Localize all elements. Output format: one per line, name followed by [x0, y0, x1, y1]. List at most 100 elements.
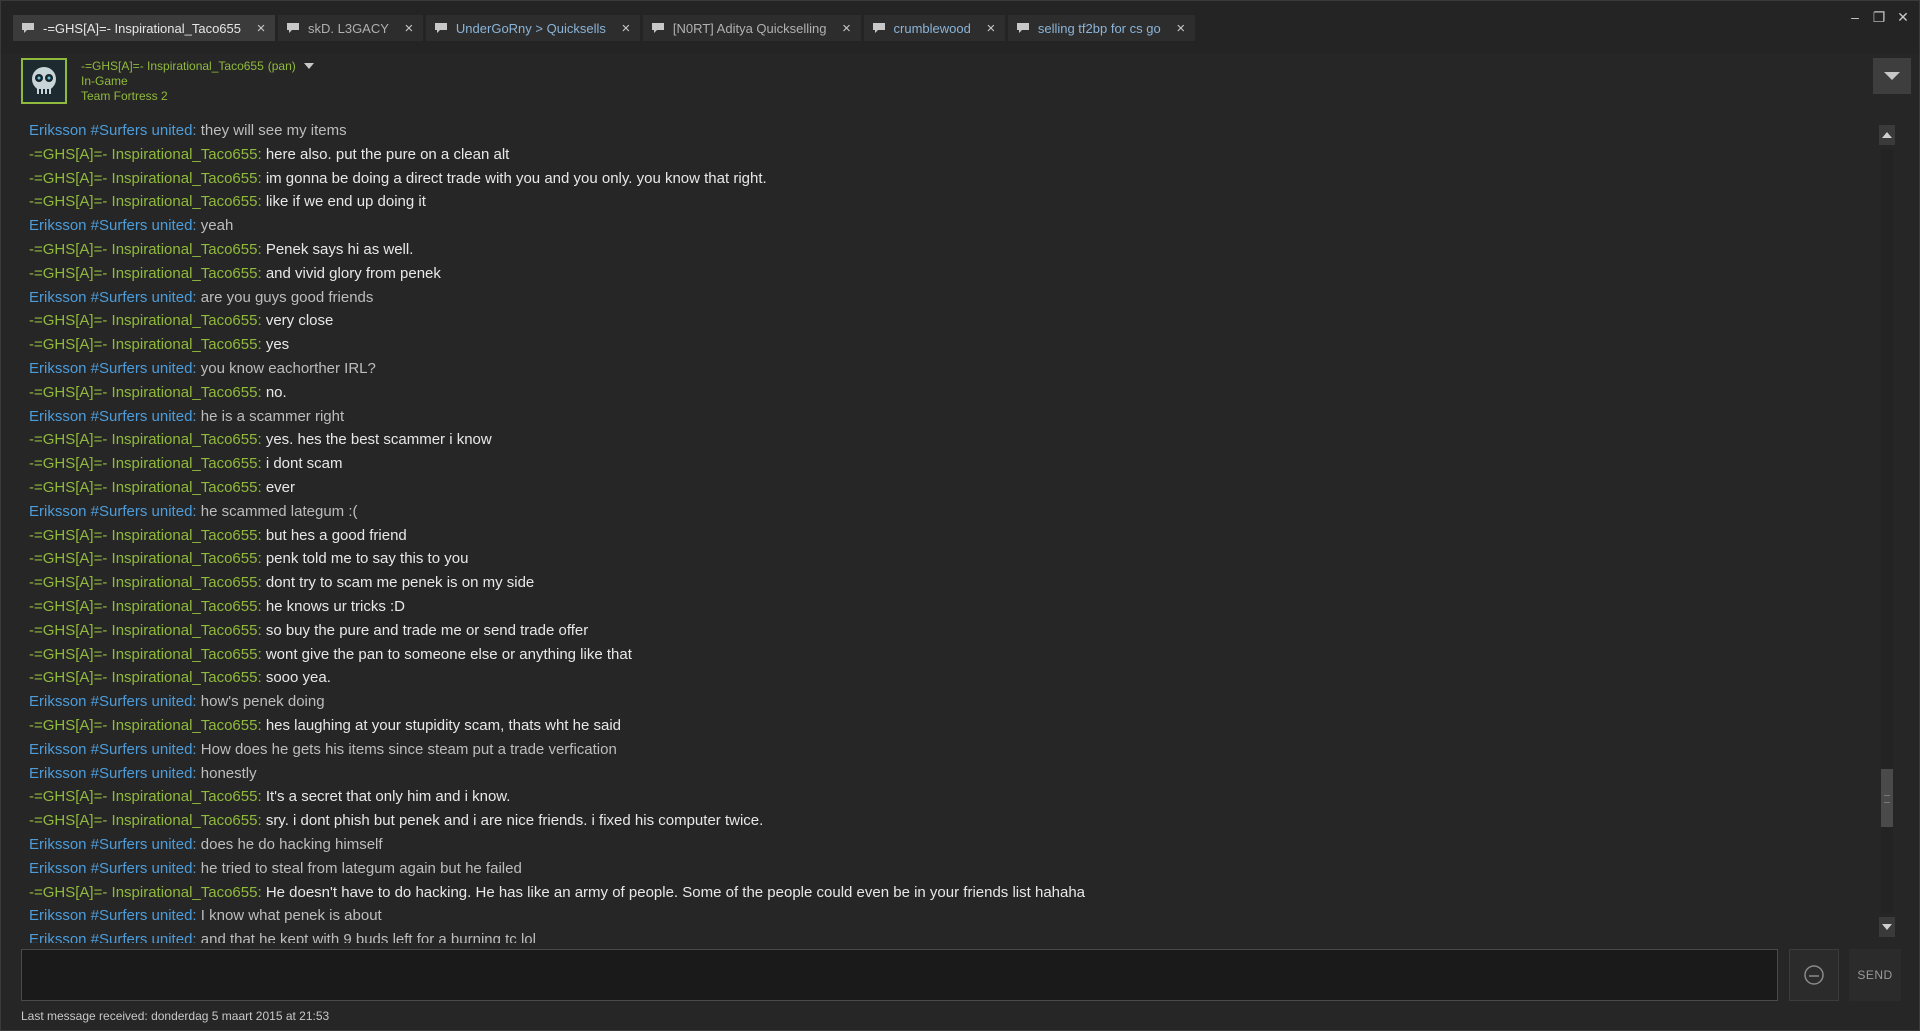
message-sender[interactable]: -=GHS[A]=- Inspirational_Taco655 [29, 479, 257, 496]
chat-bubble-icon [287, 23, 299, 33]
chat-message: -=GHS[A]=- Inspirational_Taco655: yes [29, 333, 1869, 357]
message-sender[interactable]: Eriksson #Surfers united [29, 765, 192, 782]
window-controls: – ❐ ✕ [1845, 7, 1913, 27]
message-sender[interactable]: -=GHS[A]=- Inspirational_Taco655 [29, 193, 257, 210]
message-text: i dont scam [265, 455, 343, 473]
message-sender[interactable]: Eriksson #Surfers united [29, 693, 192, 710]
message-sender[interactable]: -=GHS[A]=- Inspirational_Taco655 [29, 669, 257, 686]
message-sender[interactable]: -=GHS[A]=- Inspirational_Taco655 [29, 550, 257, 567]
message-sender[interactable]: -=GHS[A]=- Inspirational_Taco655 [29, 598, 257, 615]
message-sender[interactable]: Eriksson #Surfers united [29, 503, 192, 520]
message-separator: : [192, 122, 201, 139]
message-sender[interactable]: Eriksson #Surfers united [29, 408, 192, 425]
message-separator: : [257, 812, 266, 830]
chat-message: -=GHS[A]=- Inspirational_Taco655: here a… [29, 143, 1869, 167]
arrow-up-icon [1882, 132, 1892, 138]
message-text: they will see my items [200, 122, 347, 139]
skull-avatar-icon [23, 60, 65, 102]
tab-label: [N0RT] Aditya Quickselling [672, 20, 827, 36]
message-sender[interactable]: -=GHS[A]=- Inspirational_Taco655 [29, 622, 257, 639]
emoticon-button[interactable] [1789, 949, 1839, 1001]
chat-message: -=GHS[A]=- Inspirational_Taco655: dont t… [29, 571, 1869, 595]
message-separator: : [192, 502, 201, 520]
chat-options-dropdown[interactable] [1873, 58, 1911, 94]
arrow-down-icon [1882, 924, 1892, 930]
message-sender[interactable]: -=GHS[A]=- Inspirational_Taco655 [29, 812, 257, 829]
message-sender[interactable]: -=GHS[A]=- Inspirational_Taco655 [29, 527, 257, 544]
message-separator: : [192, 288, 201, 306]
message-sender[interactable]: -=GHS[A]=- Inspirational_Taco655 [29, 384, 257, 401]
close-icon[interactable]: × [620, 21, 632, 36]
tab-3[interactable]: [N0RT] Aditya Quickselling × [642, 15, 861, 41]
message-input-box[interactable] [21, 949, 1778, 1001]
message-sender[interactable]: -=GHS[A]=- Inspirational_Taco655 [29, 336, 257, 353]
message-sender[interactable]: -=GHS[A]=- Inspirational_Taco655 [29, 146, 257, 163]
message-separator: : [257, 788, 266, 806]
scroll-up-button[interactable] [1879, 125, 1895, 145]
chat-message: Eriksson #Surfers united: How does he ge… [29, 738, 1869, 762]
chat-message: Eriksson #Surfers united: and that he ke… [29, 928, 1869, 943]
tab-1[interactable]: skD. L3GACY × [278, 15, 423, 41]
message-separator: : [257, 597, 266, 615]
message-sender[interactable]: Eriksson #Surfers united [29, 122, 192, 139]
tab-5[interactable]: selling tf2bp for cs go × [1007, 15, 1195, 41]
scroll-down-button[interactable] [1879, 917, 1895, 937]
message-sender[interactable]: -=GHS[A]=- Inspirational_Taco655 [29, 788, 257, 805]
message-sender[interactable]: -=GHS[A]=- Inspirational_Taco655 [29, 312, 257, 329]
chat-message: -=GHS[A]=- Inspirational_Taco655: sry. i… [29, 809, 1869, 833]
message-sender[interactable]: -=GHS[A]=- Inspirational_Taco655 [29, 574, 257, 591]
message-text: sooo yea. [265, 669, 331, 687]
message-sender[interactable]: Eriksson #Surfers united [29, 217, 192, 234]
message-sender[interactable]: -=GHS[A]=- Inspirational_Taco655 [29, 431, 257, 448]
chat-bubble-icon [434, 23, 447, 33]
message-separator: : [257, 478, 266, 496]
chat-message: -=GHS[A]=- Inspirational_Taco655: It's a… [29, 785, 1869, 809]
tab-label: crumblewood [893, 20, 971, 36]
message-sender[interactable]: -=GHS[A]=- Inspirational_Taco655 [29, 717, 257, 734]
message-text: you know eachorther IRL? [200, 359, 376, 377]
message-separator: : [257, 145, 266, 163]
message-sender[interactable]: Eriksson #Surfers united [29, 907, 192, 924]
message-text: and vivid glory from penek [265, 264, 441, 282]
message-sender[interactable]: -=GHS[A]=- Inspirational_Taco655 [29, 170, 257, 187]
friend-name-row[interactable]: -=GHS[A]=- Inspirational_Taco655 (pan) [81, 58, 314, 74]
tab-2[interactable]: UnderGoRny > Quicksells × [425, 15, 640, 41]
message-sender[interactable]: -=GHS[A]=- Inspirational_Taco655 [29, 455, 257, 472]
tab-0[interactable]: -=GHS[A]=- Inspirational_Taco655 × [13, 15, 275, 41]
message-sender[interactable]: Eriksson #Surfers united [29, 741, 192, 758]
minimize-button[interactable]: – [1845, 7, 1865, 27]
message-input[interactable] [22, 950, 1777, 1000]
message-sender[interactable]: Eriksson #Surfers united [29, 289, 192, 306]
message-text: no. [265, 383, 287, 401]
restore-button[interactable]: ❐ [1869, 7, 1889, 27]
message-sender[interactable]: -=GHS[A]=- Inspirational_Taco655 [29, 265, 257, 282]
scrollbar[interactable] [1877, 125, 1897, 937]
close-icon[interactable]: × [403, 21, 415, 36]
chat-message: -=GHS[A]=- Inspirational_Taco655: and vi… [29, 262, 1869, 286]
chevron-down-icon[interactable] [303, 63, 314, 69]
send-button[interactable]: SEND [1849, 949, 1901, 1001]
tab-4[interactable]: crumblewood × [863, 15, 1005, 41]
message-sender[interactable]: Eriksson #Surfers united [29, 836, 192, 853]
message-separator: : [257, 264, 266, 282]
close-icon[interactable]: × [1175, 21, 1187, 36]
message-text: yes [265, 336, 290, 354]
avatar[interactable] [21, 58, 67, 104]
chat-message: -=GHS[A]=- Inspirational_Taco655: like i… [29, 190, 1869, 214]
message-sender[interactable]: Eriksson #Surfers united [29, 360, 192, 377]
message-separator: : [192, 859, 201, 877]
message-sender[interactable]: -=GHS[A]=- Inspirational_Taco655 [29, 646, 257, 663]
message-sender[interactable]: Eriksson #Surfers united [29, 931, 192, 943]
scroll-thumb[interactable] [1881, 769, 1893, 827]
close-icon[interactable]: × [255, 21, 267, 36]
message-sender[interactable]: -=GHS[A]=- Inspirational_Taco655 [29, 241, 257, 258]
chat-message: Eriksson #Surfers united: how's penek do… [29, 690, 1869, 714]
message-sender[interactable]: Eriksson #Surfers united [29, 860, 192, 877]
tab-label: skD. L3GACY [308, 20, 389, 36]
close-icon[interactable]: × [841, 21, 853, 36]
chat-bubble-icon [1016, 23, 1029, 33]
close-window-button[interactable]: ✕ [1893, 7, 1913, 27]
message-sender[interactable]: -=GHS[A]=- Inspirational_Taco655 [29, 884, 257, 901]
close-icon[interactable]: × [985, 21, 997, 36]
message-separator: : [257, 169, 266, 187]
